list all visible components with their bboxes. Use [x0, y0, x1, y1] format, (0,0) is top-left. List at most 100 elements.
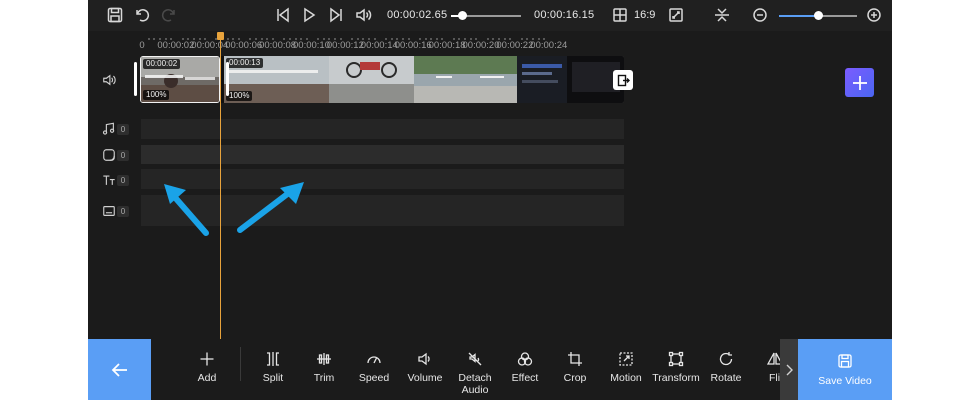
- playhead-handle[interactable]: [217, 32, 224, 40]
- tool-split-button[interactable]: Split: [246, 351, 300, 397]
- sticker-track[interactable]: [141, 145, 624, 164]
- add-media-button[interactable]: [845, 68, 874, 97]
- tool-motion-button[interactable]: Motion: [599, 351, 653, 397]
- ruler-tick-label: 00:00:16: [394, 40, 432, 51]
- zoom-slider-fill: [779, 15, 818, 17]
- fullscreen-icon[interactable]: [666, 5, 686, 25]
- ruler-tick: [384, 38, 387, 40]
- tool-flip-button[interactable]: Flip: [749, 351, 780, 397]
- ruler-tick: [260, 38, 263, 40]
- clip-speed: 100%: [226, 91, 253, 101]
- back-button[interactable]: [88, 339, 151, 400]
- undo-icon[interactable]: [132, 5, 152, 25]
- music-track[interactable]: [141, 119, 624, 139]
- save-video-button[interactable]: Save Video: [798, 339, 892, 400]
- zoom-slider-knob[interactable]: [813, 11, 823, 20]
- volume-icon: [418, 352, 430, 366]
- video-track[interactable]: 00:00:02 100% 00:00:13 100%: [140, 56, 624, 103]
- ruler-tick-label: 00:00:20: [462, 40, 500, 51]
- ruler-tick-label: 00:00:12: [326, 40, 364, 51]
- ruler-tick: [322, 38, 325, 40]
- ruler-tick: [452, 38, 455, 40]
- tool-rotate-button[interactable]: Rotate: [699, 351, 753, 397]
- tool-label: Motion: [610, 372, 642, 384]
- save-icon: [838, 354, 852, 368]
- ruler-tick-label: 0: [139, 40, 145, 51]
- export-icon[interactable]: [613, 70, 633, 90]
- bottom-toolbar: Add Split Trim Speed Volume Detach Audio…: [88, 339, 892, 400]
- ruler-tick: [198, 38, 201, 40]
- ruler-tick-label: 00:00:06: [225, 40, 263, 51]
- ruler-tick-label: 00:00:18: [428, 40, 466, 51]
- ruler-tick: [192, 38, 195, 40]
- tool-crop-button[interactable]: Crop: [548, 351, 602, 397]
- tool-volume-button[interactable]: Volume: [398, 351, 452, 397]
- redo-icon[interactable]: [159, 5, 179, 25]
- text-track[interactable]: [141, 169, 624, 189]
- clip-trim-handle-left[interactable]: [134, 62, 137, 96]
- tool-speed-button[interactable]: Speed: [347, 351, 401, 397]
- clip-duration: 00:00:02: [143, 59, 181, 69]
- track-count: 0: [117, 175, 129, 186]
- playhead[interactable]: [220, 34, 221, 339]
- ruler-tick-label: 00:00:08: [259, 40, 297, 51]
- video-clip[interactable]: 00:00:02 100%: [140, 56, 220, 103]
- current-time: 00:00:02.65: [387, 9, 448, 21]
- ruler-tick-label: 00:00:02: [157, 40, 195, 51]
- skip-back-icon[interactable]: [273, 5, 293, 25]
- total-time: 00:00:16.15: [534, 9, 595, 21]
- volume-icon[interactable]: [353, 5, 373, 25]
- tool-label: Rotate: [710, 372, 742, 384]
- speaker-icon[interactable]: [101, 72, 117, 88]
- speedometer-icon: [367, 356, 381, 364]
- ruler-tick-label: 00:00:24: [530, 40, 568, 51]
- skip-forward-icon[interactable]: [326, 5, 346, 25]
- clip-trim-handle-right[interactable]: [226, 62, 229, 96]
- snap-icon[interactable]: [712, 5, 732, 25]
- tool-add-button[interactable]: Add: [180, 351, 234, 397]
- track-count: 0: [117, 124, 129, 135]
- text-icon: [101, 172, 117, 188]
- tool-label: Flip: [769, 372, 780, 384]
- zoom-in-icon[interactable]: [864, 5, 884, 25]
- tool-label: Speed: [358, 372, 390, 384]
- arrow-left-icon: [111, 362, 127, 377]
- toolbar-scroll-right-button[interactable]: [780, 339, 798, 400]
- aspect-ratio-label[interactable]: 16:9: [634, 9, 655, 21]
- split-icon: [267, 352, 279, 366]
- playback-slider[interactable]: [451, 11, 521, 20]
- ruler-tick-label: 00:00:04: [191, 40, 229, 51]
- ruler-tick-label: 00:00:14: [360, 40, 398, 51]
- zoom-out-icon[interactable]: [750, 5, 770, 25]
- ruler-tick: [418, 38, 421, 40]
- timeline-ruler[interactable]: 0 00:00:02 00:00:04 00:00:06 00:00:08 00:00:1…: [88, 31, 892, 53]
- save-icon[interactable]: [105, 5, 125, 25]
- ruler-tick: [294, 38, 297, 40]
- tool-transform-button[interactable]: Transform: [649, 351, 703, 397]
- playback-slider-knob[interactable]: [457, 11, 467, 20]
- ruler-tick: [288, 38, 291, 40]
- tool-label: Trim: [313, 372, 335, 384]
- tool-label: Split: [262, 372, 284, 384]
- tool-effect-button[interactable]: Effect: [498, 351, 552, 397]
- ruler-tick: [305, 38, 308, 40]
- track-count: 0: [117, 206, 129, 217]
- ruler-tick: [520, 38, 523, 40]
- motion-icon: [619, 352, 633, 366]
- zoom-slider[interactable]: [779, 11, 857, 20]
- ruler-tick: [407, 38, 410, 40]
- ruler-tick: [390, 38, 393, 40]
- ruler-tick: [271, 38, 274, 40]
- aspect-ratio-icon[interactable]: [610, 5, 630, 25]
- video-clip[interactable]: 00:00:13 100%: [224, 56, 624, 103]
- tool-detach-audio-button[interactable]: Detach Audio: [448, 351, 502, 397]
- tool-trim-button[interactable]: Trim: [297, 351, 351, 397]
- subtitle-track[interactable]: [141, 195, 624, 226]
- ruler-tick: [537, 38, 540, 40]
- clip-speed: 100%: [143, 90, 170, 100]
- ruler-tick: [469, 38, 472, 40]
- save-video-label: Save Video: [818, 375, 872, 387]
- subtitle-icon: [101, 203, 117, 219]
- ruler-tick: [255, 38, 257, 40]
- play-icon[interactable]: [299, 5, 319, 25]
